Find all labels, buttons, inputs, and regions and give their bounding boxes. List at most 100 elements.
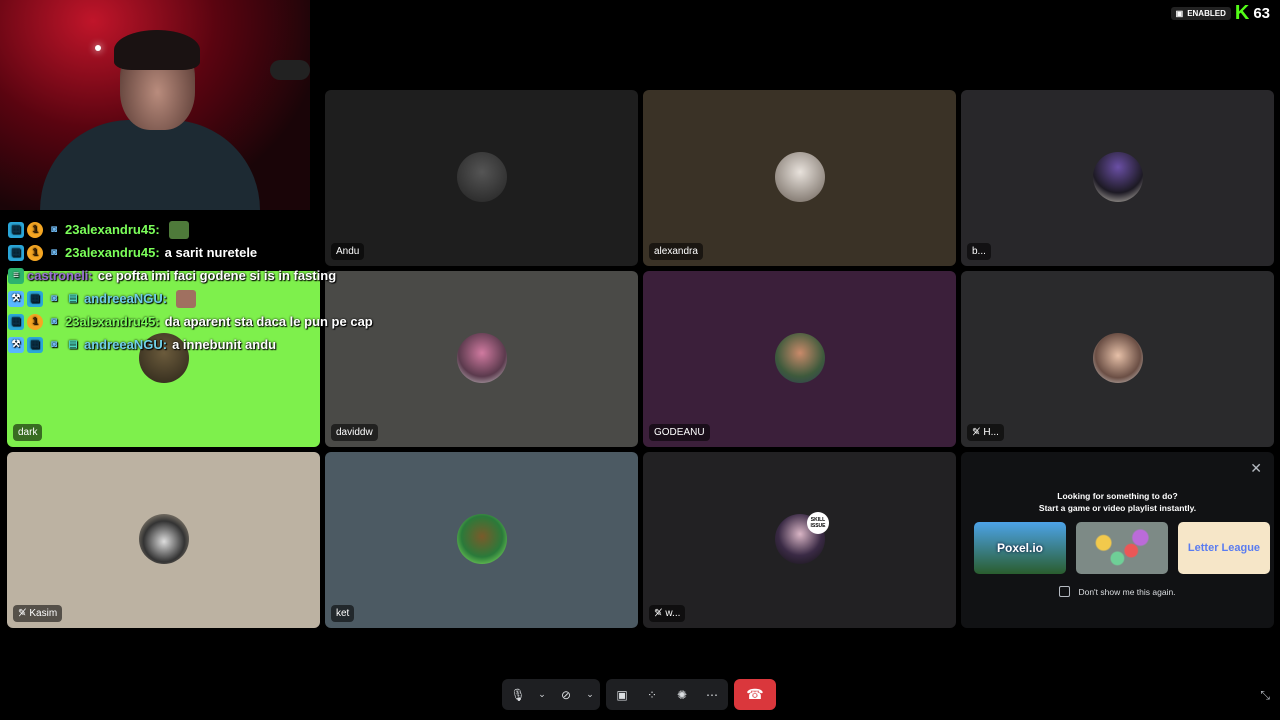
chat-username: 23alexandru45: — [65, 222, 160, 237]
chat-username: 23alexandru45: — [65, 245, 160, 260]
moderator-badge-icon: ⚒ — [8, 336, 24, 353]
game-card-poxel[interactable]: Poxel.io — [974, 522, 1066, 574]
viewer-count: 63 — [1253, 4, 1270, 22]
extension-icon: ▣ — [1175, 8, 1184, 18]
chat-username: 23alexandru45: — [65, 314, 160, 329]
chat-message: ≡ castroneli: ce pofta imi faci godene s… — [8, 264, 428, 287]
chat-text: ce pofta imi faci godene si is in fastin… — [97, 268, 337, 283]
camera-badge-icon: ◙ — [50, 223, 58, 235]
chat-text: da aparent sta daca le pun pe cap — [164, 314, 373, 329]
gift-badge-icon: ▤ — [68, 338, 78, 350]
game-card-letter-league[interactable]: Letter League — [1178, 522, 1270, 574]
camera-badge-icon: ◙ — [50, 338, 58, 350]
muted-icon: ✎̸ — [18, 608, 27, 619]
chat-text: a innebunit andu — [172, 337, 277, 352]
microphone-icon[interactable]: 🎙 — [508, 688, 528, 702]
participant-name-tag: ket — [331, 605, 355, 622]
participant-tile-alexandra[interactable]: alexandra — [643, 90, 956, 266]
streamer-body — [40, 120, 260, 210]
chat-text: a sarit nuretele — [164, 245, 258, 260]
avatar — [774, 152, 825, 202]
participant-name: GODEANU — [654, 427, 705, 438]
participant-name-tag: alexandra — [649, 243, 703, 260]
hangup-icon: ☎ — [746, 686, 764, 702]
participant-tile-h[interactable]: ✎̸ H... — [961, 271, 1274, 447]
muted-icon: ✎̸ — [972, 427, 981, 438]
gift-badge-icon: ▤ — [68, 292, 78, 304]
avatar — [774, 333, 825, 383]
lamp-light — [95, 45, 101, 51]
camera-badge-icon: ◙ — [50, 246, 58, 258]
game-title: Poxel.io — [996, 541, 1043, 555]
dont-show-checkbox[interactable] — [1059, 586, 1071, 597]
extension-status: ▣ ENABLED — [1170, 6, 1231, 20]
call-controls: 🎙 ⌄ ⊘ ⌄ ▣ ⁘ ✺ ⋯ ☎ — [502, 679, 776, 710]
emote-icon — [176, 289, 197, 308]
participant-name: w... — [665, 608, 681, 619]
participant-name-tag: b... — [967, 243, 991, 260]
extension-status-label: ENABLED — [1187, 8, 1226, 18]
participant-name: alexandra — [654, 246, 698, 257]
game-title: Letter League — [1187, 542, 1261, 554]
participant-tile-godeanu[interactable]: GODEANU — [643, 271, 956, 447]
participant-tile-kasim[interactable]: ✎̸ Kasim — [7, 452, 320, 628]
close-icon[interactable]: ✕ — [1250, 460, 1262, 477]
kick-logo-icon: K — [1234, 2, 1250, 24]
subscriber-badge-icon: ▦ — [27, 336, 43, 353]
participant-name-tag: ✎̸ w... — [649, 605, 686, 622]
stream-chat-overlay: ▦ 1 ◙ 23alexandru45: ▦ 1 ◙ 23alexandru45… — [8, 218, 428, 356]
game-card-blobs[interactable] — [1076, 522, 1168, 574]
gift-badge-icon: ≡ — [8, 267, 24, 284]
screen-share-icon[interactable]: ▣ — [612, 688, 632, 702]
subscriber-badge-icon: ▦ — [8, 244, 24, 261]
mic-arm — [270, 60, 310, 80]
camera-off-icon[interactable]: ⊘ — [556, 688, 576, 702]
participant-name-tag: GODEANU — [649, 424, 710, 441]
avatar — [456, 514, 507, 564]
avatar — [1092, 152, 1143, 202]
avatar — [456, 333, 507, 383]
more-icon[interactable]: ⋯ — [702, 688, 722, 702]
subscriber-badge-icon: ▦ — [8, 313, 24, 330]
participant-name: Kasim — [29, 608, 58, 619]
chat-message: ▦ 1 ◙ 23alexandru45: — [8, 218, 428, 241]
gift-count-badge-icon: 1 — [27, 244, 43, 261]
activity-title-line2: Start a game or video playlist instantly… — [1038, 503, 1197, 513]
chat-message: ▦ 1 ◙ 23alexandru45: a sarit nuretele — [8, 241, 428, 264]
streamer-hair — [114, 30, 200, 70]
camera-badge-icon: ◙ — [50, 292, 58, 304]
participant-name: ket — [336, 608, 350, 619]
participant-tile-b[interactable]: b... — [961, 90, 1274, 266]
activities-icon[interactable]: ⁘ — [642, 688, 662, 702]
chat-username: andreeaNGU: — [84, 337, 168, 352]
exit-fullscreen-icon[interactable]: ⤡ — [1260, 688, 1270, 703]
skill-issue-badge: SKILL ISSUE — [807, 512, 829, 534]
participant-name-tag: dark — [13, 424, 43, 441]
activity-suggestion-panel: ✕ Looking for something to do? Start a g… — [961, 452, 1274, 628]
camera-badge-icon: ◙ — [50, 315, 58, 327]
hangup-button[interactable]: ☎ — [734, 679, 776, 710]
game-cards: Poxel.io Letter League — [974, 522, 1270, 574]
chevron-down-icon[interactable]: ⌄ — [538, 689, 546, 700]
avatar — [1092, 333, 1143, 383]
chat-message: ⚒ ▦ ◙ ▤ andreeaNGU: a innebunit andu — [8, 333, 428, 356]
chat-username: castroneli: — [27, 268, 93, 283]
participant-name: H... — [983, 427, 999, 438]
gift-count-badge-icon: 1 — [27, 221, 43, 238]
participant-name-tag: ✎̸ Kasim — [13, 605, 63, 622]
subscriber-badge-icon: ▦ — [8, 221, 24, 238]
chevron-down-icon[interactable]: ⌄ — [586, 689, 594, 700]
activity-title: Looking for something to do? Start a gam… — [961, 490, 1274, 514]
participant-name-tag: ✎̸ H... — [967, 424, 1004, 441]
participant-name: b... — [972, 246, 986, 257]
participant-tile-ket[interactable]: ket — [325, 452, 638, 628]
soundboard-icon[interactable]: ✺ — [672, 688, 692, 702]
activity-title-line1: Looking for something to do? — [1057, 491, 1178, 501]
participant-tile-w[interactable]: SKILL ISSUE ✎̸ w... — [643, 452, 956, 628]
extension-badge: ▣ ENABLED K 63 — [1170, 2, 1270, 24]
streamer-webcam — [0, 0, 310, 210]
muted-icon: ✎̸ — [654, 608, 663, 619]
moderator-badge-icon: ⚒ — [8, 290, 24, 307]
actions-group: ▣ ⁘ ✺ ⋯ — [606, 679, 728, 710]
dont-show-again-row[interactable]: Don't show me this again. — [961, 586, 1274, 597]
